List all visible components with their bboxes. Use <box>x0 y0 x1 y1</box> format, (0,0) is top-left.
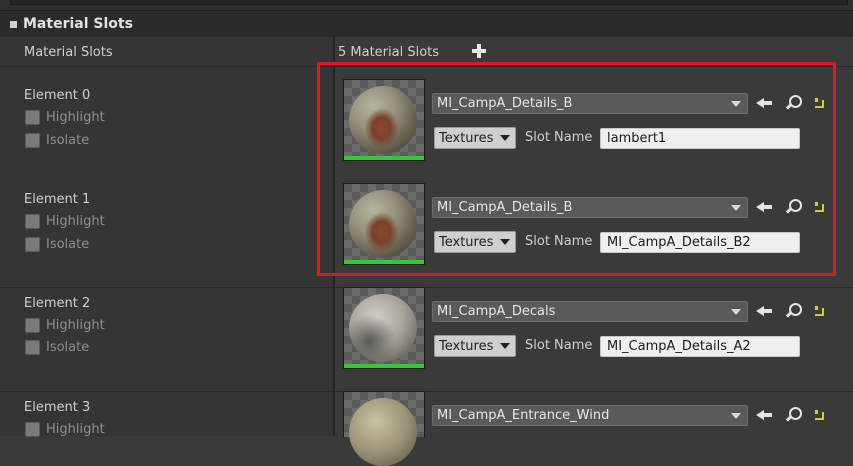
material-thumbnail[interactable] <box>343 79 425 161</box>
thumbnail-type-bar <box>344 364 424 368</box>
material-thumbnail[interactable] <box>343 183 425 265</box>
element-label: Element 1 <box>24 192 91 207</box>
highlight-checkbox-row[interactable]: Highlight <box>25 422 105 437</box>
element-label: Element 3 <box>24 400 91 415</box>
slot-name-label: Slot Name <box>525 338 593 353</box>
isolate-label: Isolate <box>46 133 90 148</box>
highlight-checkbox[interactable] <box>25 214 40 229</box>
textures-label: Textures <box>439 130 494 146</box>
material-name: MI_CampA_Decals <box>437 304 556 319</box>
category-title: Material Slots <box>23 16 133 32</box>
dropdown-arrow-icon <box>731 100 741 107</box>
use-selected-icon[interactable] <box>756 96 772 110</box>
textures-button[interactable]: Textures <box>434 335 516 357</box>
highlight-checkbox[interactable] <box>25 422 40 437</box>
material-thumbnail[interactable] <box>343 391 425 466</box>
textures-button[interactable]: Textures <box>434 127 516 149</box>
slot-name-input[interactable]: lambert1 <box>600 128 800 149</box>
material-slots-count: 5 Material Slots <box>338 45 440 60</box>
dropdown-arrow-icon <box>500 135 510 141</box>
material-picker[interactable]: MI_CampA_Details_B <box>432 93 748 114</box>
slot-name-input[interactable]: MI_CampA_Details_A2 <box>600 336 800 357</box>
slot-name-label: Slot Name <box>525 130 593 145</box>
reset-to-default-icon[interactable] <box>815 306 825 316</box>
slot-name-label: Slot Name <box>525 234 593 249</box>
isolate-checkbox-row[interactable]: Isolate <box>25 133 89 148</box>
top-field <box>10 0 848 5</box>
dropdown-arrow-icon <box>731 308 741 315</box>
highlight-checkbox-row[interactable]: Highlight <box>25 318 105 333</box>
dropdown-arrow-icon <box>500 239 510 245</box>
isolate-checkbox-row[interactable]: Isolate <box>25 340 89 355</box>
category-header[interactable]: Material Slots <box>0 10 853 38</box>
material-slots-label: Material Slots <box>24 45 113 60</box>
reset-to-default-icon[interactable] <box>815 202 825 212</box>
dropdown-arrow-icon <box>731 412 741 419</box>
add-icon[interactable] <box>472 44 486 58</box>
material-preview-sphere <box>349 294 417 362</box>
textures-label: Textures <box>439 234 494 250</box>
dropdown-arrow-icon <box>500 343 510 349</box>
use-selected-icon[interactable] <box>756 304 772 318</box>
highlight-checkbox-row[interactable]: Highlight <box>25 110 105 125</box>
collapse-arrow-icon[interactable] <box>7 17 21 31</box>
isolate-checkbox-row[interactable]: Isolate <box>25 237 89 252</box>
browse-icon[interactable] <box>785 95 802 111</box>
textures-label: Textures <box>439 338 494 354</box>
row-separator <box>0 391 853 392</box>
material-name: MI_CampA_Details_B <box>437 96 573 111</box>
isolate-checkbox[interactable] <box>25 237 40 252</box>
browse-icon[interactable] <box>785 199 802 215</box>
material-thumbnail[interactable] <box>343 287 425 369</box>
material-name: MI_CampA_Entrance_Wind <box>437 408 610 423</box>
element-label: Element 0 <box>24 88 91 103</box>
browse-icon[interactable] <box>785 303 802 319</box>
isolate-label: Isolate <box>46 237 90 252</box>
top-strip <box>0 0 853 10</box>
highlight-label: Highlight <box>46 318 105 333</box>
material-picker[interactable]: MI_CampA_Entrance_Wind <box>432 405 748 426</box>
dropdown-arrow-icon <box>731 204 741 211</box>
use-selected-icon[interactable] <box>756 408 772 422</box>
slot-name-input[interactable]: MI_CampA_Details_B2 <box>600 232 800 253</box>
highlight-label: Highlight <box>46 214 105 229</box>
reset-to-default-icon[interactable] <box>815 410 825 420</box>
material-picker[interactable]: MI_CampA_Decals <box>432 301 748 322</box>
highlight-label: Highlight <box>46 422 105 437</box>
highlight-checkbox[interactable] <box>25 318 40 333</box>
highlight-label: Highlight <box>46 110 105 125</box>
material-picker[interactable]: MI_CampA_Details_B <box>432 197 748 218</box>
material-preview-sphere <box>349 86 417 154</box>
highlight-checkbox[interactable] <box>25 110 40 125</box>
browse-icon[interactable] <box>785 407 802 423</box>
thumbnail-type-bar <box>344 260 424 264</box>
row-separator <box>0 66 853 67</box>
material-name: MI_CampA_Details_B <box>437 200 573 215</box>
textures-button[interactable]: Textures <box>434 231 516 253</box>
highlight-checkbox-row[interactable]: Highlight <box>25 214 105 229</box>
use-selected-icon[interactable] <box>756 200 772 214</box>
thumbnail-type-bar <box>344 156 424 160</box>
isolate-checkbox[interactable] <box>25 133 40 148</box>
element-label: Element 2 <box>24 296 91 311</box>
row-separator <box>0 287 853 288</box>
isolate-label: Isolate <box>46 340 90 355</box>
isolate-checkbox[interactable] <box>25 340 40 355</box>
material-preview-sphere <box>349 190 417 258</box>
reset-to-default-icon[interactable] <box>815 98 825 108</box>
material-preview-sphere <box>349 398 417 466</box>
